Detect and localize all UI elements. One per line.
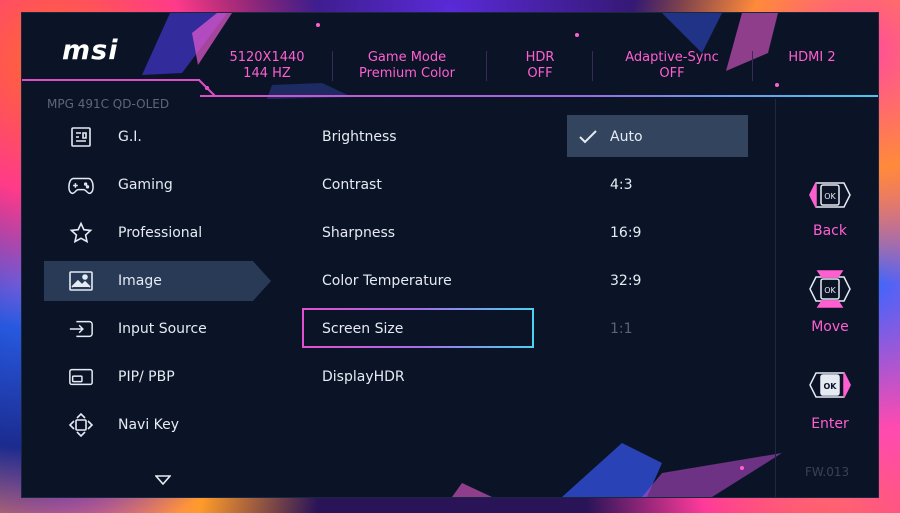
value-32-9[interactable]: 32:9 — [610, 273, 641, 289]
header-gradient-line — [200, 95, 878, 97]
nav-divider — [775, 99, 776, 497]
nav-label-back: Back — [813, 223, 847, 239]
value-4-3[interactable]: 4:3 — [610, 177, 633, 193]
option-sharpness[interactable]: Sharpness — [322, 225, 395, 241]
status-divider — [752, 51, 753, 81]
navi-key-icon — [68, 412, 94, 438]
joystick-enter-icon: OK — [806, 363, 854, 407]
svg-text:OK: OK — [824, 286, 836, 295]
gi-chip-icon — [68, 124, 94, 150]
sidebar-item-professional[interactable]: Professional — [44, 213, 244, 253]
image-icon — [68, 268, 94, 294]
option-displayhdr[interactable]: DisplayHDR — [322, 369, 405, 385]
monitor-osd-panel: msi 5120X1440 144 HZ Game Mode Premium Col… — [22, 13, 878, 497]
status-hdr: HDR OFF — [525, 50, 555, 81]
star-icon — [68, 220, 94, 246]
sidebar-item-label: G.I. — [118, 129, 142, 145]
option-brightness[interactable]: Brightness — [322, 129, 397, 145]
option-color-temperature[interactable]: Color Temperature — [322, 273, 452, 289]
checkmark-icon — [579, 129, 597, 148]
svg-text:OK: OK — [824, 382, 838, 391]
status-input: HDMI 2 — [788, 50, 836, 65]
sidebar-item-label: PIP/ PBP — [118, 369, 175, 385]
joystick-move-icon: OK — [806, 267, 854, 311]
status-divider — [486, 51, 487, 81]
model-name: MPG 491C QD-OLED — [47, 97, 170, 111]
joystick-back-icon: OK — [806, 173, 854, 217]
sidebar-item-label: Gaming — [118, 177, 173, 193]
sidebar-item-label: Input Source — [118, 321, 207, 337]
firmware-version: FW.013 — [805, 465, 850, 479]
sidebar-item-navi-key[interactable]: Navi Key — [44, 405, 244, 445]
option-screen-size[interactable]: Screen Size — [322, 321, 403, 337]
nav-label-move: Move — [811, 319, 849, 335]
sidebar-item-image[interactable]: Image — [44, 261, 271, 301]
sidebar-item-gi[interactable]: G.I. — [44, 117, 244, 157]
status-adaptive-sync: Adaptive-Sync OFF — [625, 50, 719, 81]
svg-text:OK: OK — [824, 192, 836, 201]
value-16-9[interactable]: 16:9 — [610, 225, 641, 241]
status-resolution: 5120X1440 144 HZ — [229, 50, 305, 81]
pip-icon — [68, 364, 94, 390]
status-game-mode: Game Mode Premium Color — [359, 50, 455, 81]
msi-logo: msi — [62, 35, 119, 66]
status-divider — [592, 51, 593, 81]
sidebar-item-label: Professional — [118, 225, 203, 241]
option-contrast[interactable]: Contrast — [322, 177, 382, 193]
chevron-down-icon[interactable] — [154, 470, 172, 489]
sidebar-item-label: Image — [118, 273, 162, 289]
value-auto[interactable]: Auto — [610, 129, 643, 145]
input-source-icon — [68, 316, 94, 342]
nav-label-enter: Enter — [811, 416, 849, 432]
sidebar-item-gaming[interactable]: Gaming — [44, 165, 244, 205]
sidebar-item-input-source[interactable]: Input Source — [44, 309, 244, 349]
gamepad-icon — [68, 172, 94, 198]
header-accent-line — [22, 79, 200, 81]
status-divider — [332, 51, 333, 81]
sidebar-item-pip-pbp[interactable]: PIP/ PBP — [44, 357, 244, 397]
sidebar-item-label: Navi Key — [118, 417, 180, 433]
value-1-1: 1:1 — [610, 321, 633, 337]
